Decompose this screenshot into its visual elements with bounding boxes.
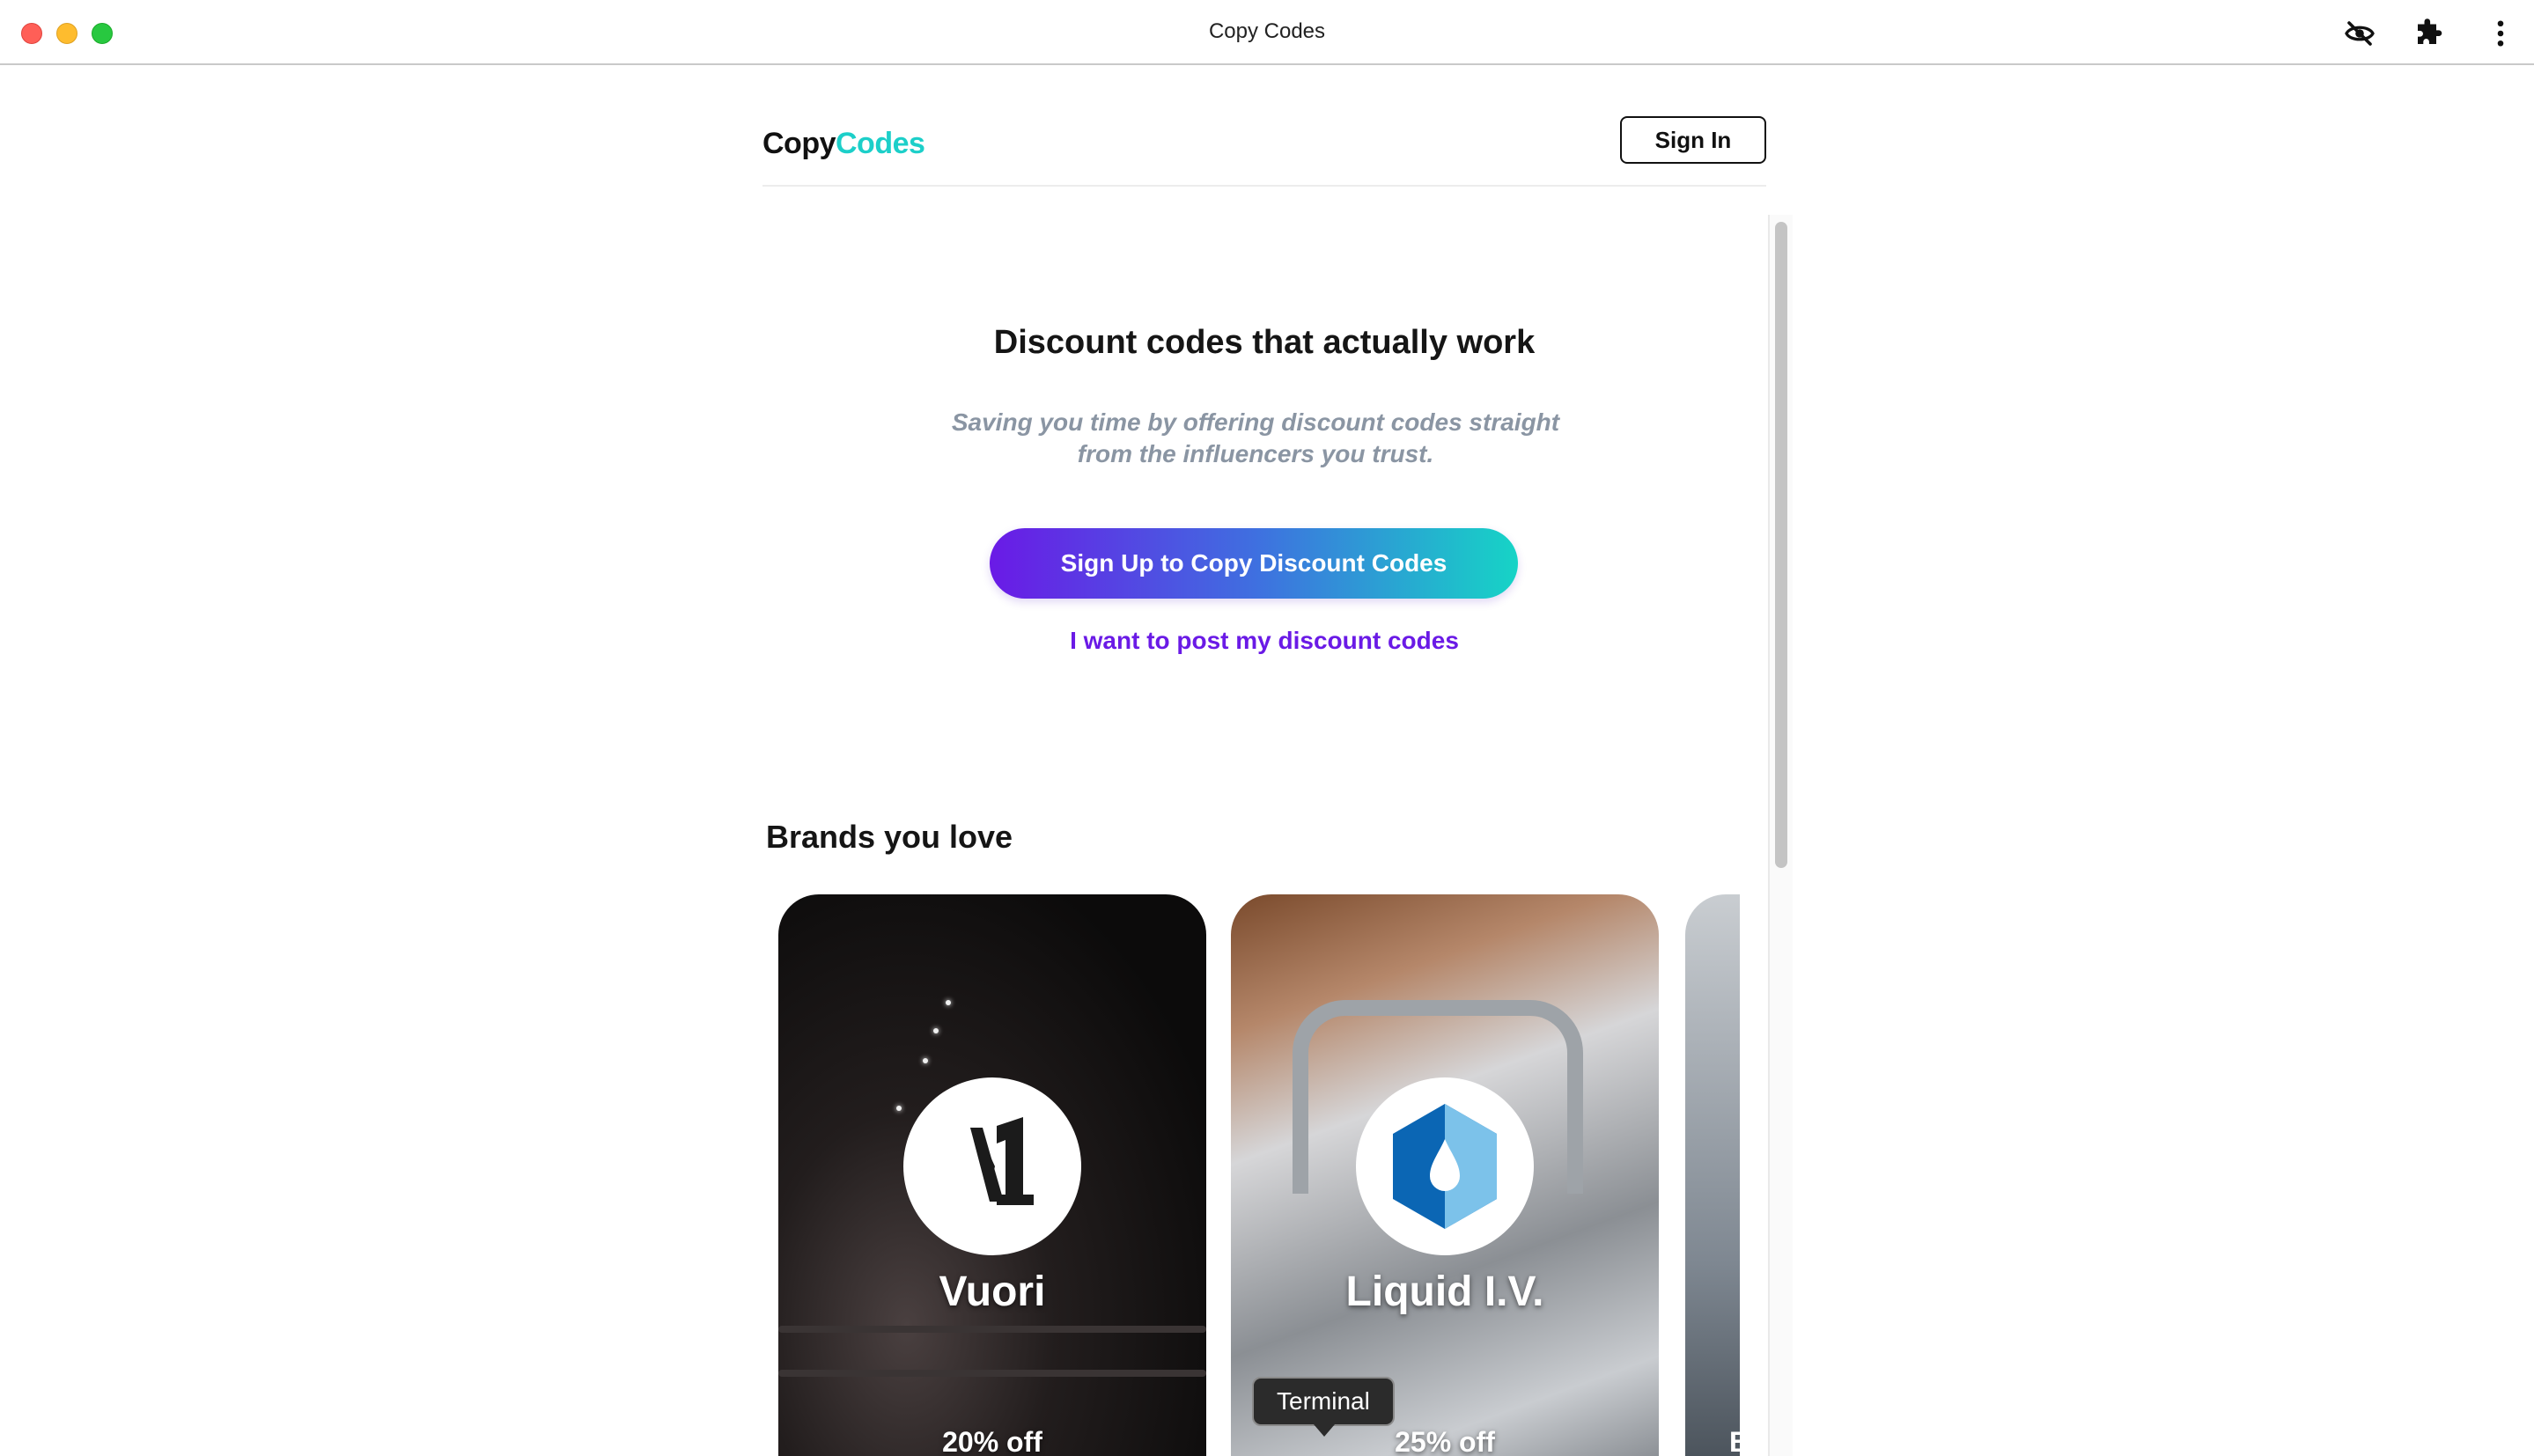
brand-name: Vuori bbox=[939, 1268, 1046, 1315]
brand-card-liquid-iv[interactable]: Liquid I.V. 25% off bbox=[1231, 894, 1659, 1456]
eye-slash-icon[interactable] bbox=[2344, 18, 2376, 49]
brand-offer: 20% off bbox=[942, 1426, 1042, 1456]
terminal-tooltip: Terminal bbox=[1252, 1377, 1395, 1426]
site-header: CopyCodes Sign In bbox=[762, 67, 1766, 187]
tooltip-arrow bbox=[1314, 1424, 1335, 1437]
vuori-logo-icon bbox=[939, 1117, 1034, 1205]
ceiling-light bbox=[946, 1000, 951, 1005]
puzzle-icon[interactable] bbox=[2412, 18, 2444, 49]
window-title: Copy Codes bbox=[1208, 19, 1326, 43]
brand-name: Liquid I.V. bbox=[1345, 1268, 1544, 1315]
liquid-iv-logo bbox=[1356, 1077, 1534, 1255]
brand-offer: B bbox=[1729, 1426, 1740, 1456]
window-titlebar: Copy Codes bbox=[0, 0, 2534, 65]
scrollbar[interactable] bbox=[1768, 215, 1793, 1456]
hero-title: Discount codes that actually work bbox=[993, 324, 1536, 361]
logo-copy-text: Copy bbox=[762, 127, 836, 160]
gym-rack bbox=[778, 1370, 1206, 1377]
scrollbar-thumb[interactable] bbox=[1775, 222, 1787, 868]
brand-card-partial[interactable]: B bbox=[1685, 894, 1740, 1456]
brands-heading: Brands you love bbox=[766, 819, 1013, 855]
gym-rack bbox=[778, 1326, 1206, 1333]
ceiling-light bbox=[923, 1058, 928, 1063]
brand-offer: 25% off bbox=[1395, 1426, 1495, 1456]
liquid-iv-logo-icon bbox=[1393, 1104, 1497, 1229]
brands-carousel[interactable]: Vuori 20% off Liquid I.V. 25% off B bbox=[766, 894, 1740, 1456]
post-codes-link[interactable]: I want to post my discount codes bbox=[762, 627, 1766, 655]
vuori-logo bbox=[903, 1077, 1081, 1255]
hero-subtitle: Saving you time by offering discount cod… bbox=[951, 408, 1560, 467]
web-page: CopyCodes Sign In Discount codes that ac… bbox=[0, 67, 2534, 1456]
logo-codes-text: Codes bbox=[836, 127, 925, 160]
ceiling-light bbox=[896, 1106, 902, 1111]
ceiling-light bbox=[933, 1028, 939, 1033]
sign-in-button[interactable]: Sign In bbox=[1620, 116, 1766, 164]
kebab-menu-icon[interactable] bbox=[2485, 18, 2516, 49]
site-logo[interactable]: CopyCodes bbox=[762, 127, 925, 161]
brand-card-vuori[interactable]: Vuori 20% off bbox=[778, 894, 1206, 1456]
sign-up-button[interactable]: Sign Up to Copy Discount Codes bbox=[990, 528, 1518, 599]
